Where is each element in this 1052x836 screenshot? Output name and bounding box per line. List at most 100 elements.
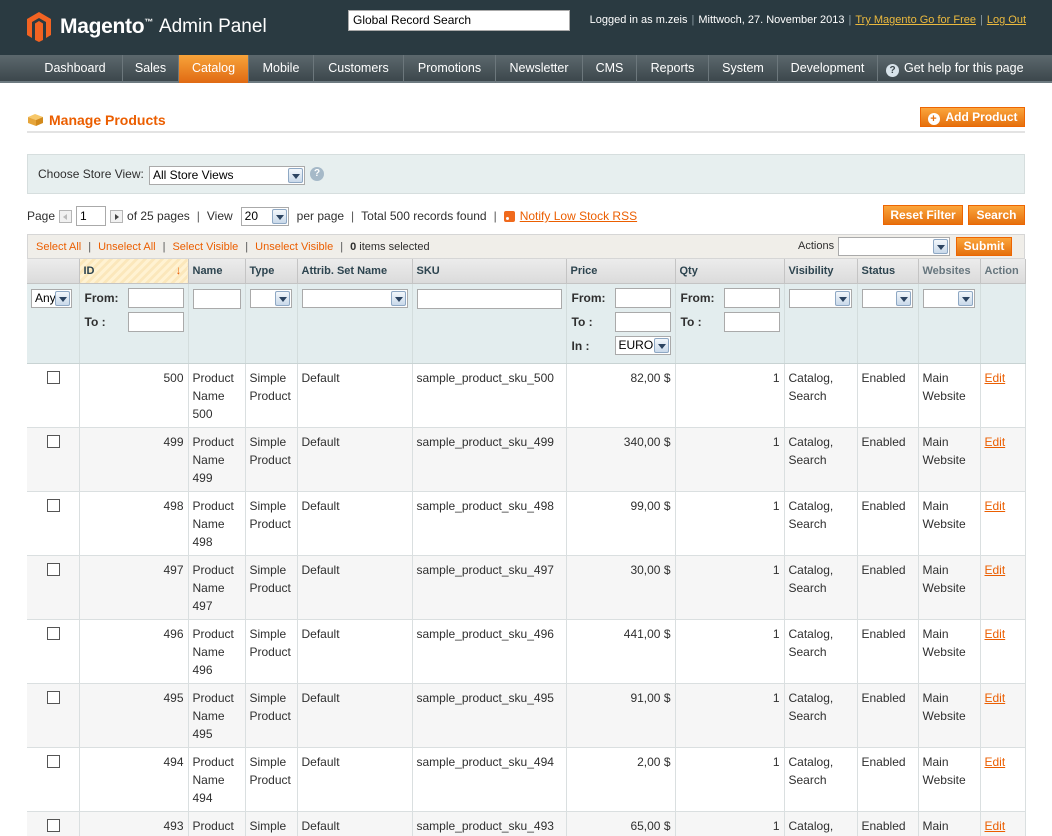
- try-magento-go-link[interactable]: Try Magento Go for Free: [855, 14, 976, 26]
- nav-mobile[interactable]: Mobile: [249, 55, 314, 83]
- edit-link[interactable]: Edit: [985, 371, 1006, 385]
- nav-newsletter[interactable]: Newsletter: [496, 55, 583, 83]
- column-header-qty[interactable]: Qty: [675, 259, 785, 284]
- nav-cms[interactable]: CMS: [583, 55, 637, 83]
- nav-development[interactable]: Development: [778, 55, 878, 83]
- qty-to-input[interactable]: [723, 311, 780, 332]
- edit-link[interactable]: Edit: [985, 563, 1006, 577]
- type-filter-select[interactable]: [249, 288, 292, 308]
- row-checkbox[interactable]: [47, 434, 60, 448]
- qty-to-label: To :: [680, 314, 702, 329]
- column-header-attribute-set[interactable]: Attrib. Set Name: [297, 259, 413, 284]
- id-to-input[interactable]: [127, 311, 184, 332]
- nav-sales[interactable]: Sales: [123, 55, 179, 83]
- row-checkbox[interactable]: [47, 690, 60, 704]
- massaction-filter-select[interactable]: Any: [31, 288, 72, 308]
- cell-visibility: Catalog, Search: [784, 491, 858, 556]
- select-all-link[interactable]: Select All: [36, 241, 81, 253]
- id-from-input[interactable]: [127, 287, 184, 308]
- logout-link[interactable]: Log Out: [987, 14, 1026, 26]
- edit-link[interactable]: Edit: [985, 819, 1006, 833]
- previous-page-icon[interactable]: [59, 209, 73, 223]
- name-filter-input[interactable]: [192, 288, 241, 309]
- column-header-id[interactable]: ID ↓: [79, 259, 189, 284]
- edit-link[interactable]: Edit: [985, 755, 1006, 769]
- cell-type: Simple Product: [245, 683, 298, 748]
- row-checkbox[interactable]: [47, 626, 60, 640]
- add-product-button[interactable]: + Add Product: [920, 107, 1025, 127]
- page-number-input[interactable]: [76, 206, 107, 226]
- cell-status: Enabled: [857, 619, 919, 684]
- table-row: 500 Product Name 500 Simple Product Defa…: [27, 363, 1026, 428]
- cell-website: Main Website: [918, 491, 981, 556]
- select-visible-link[interactable]: Select Visible: [172, 241, 238, 253]
- cell-price: 65,00 $: [566, 811, 676, 836]
- low-stock-rss-link[interactable]: Notify Low Stock RSS: [520, 209, 637, 223]
- page-count: of 25 pages: [127, 209, 190, 223]
- price-from-input[interactable]: [614, 287, 671, 308]
- global-search-input[interactable]: Global Record Search: [348, 10, 570, 31]
- per-page-label: per page: [296, 209, 345, 223]
- sku-filter-input[interactable]: [416, 288, 562, 309]
- cell-visibility: Catalog, Search: [784, 683, 858, 748]
- qty-from-input[interactable]: [723, 287, 780, 308]
- nav-system[interactable]: System: [709, 55, 778, 83]
- column-header-type[interactable]: Type: [245, 259, 298, 284]
- nav-catalog[interactable]: Catalog: [179, 55, 249, 83]
- edit-link[interactable]: Edit: [985, 435, 1006, 449]
- edit-link[interactable]: Edit: [985, 499, 1006, 513]
- actions-select[interactable]: [838, 237, 950, 256]
- nav-help-link[interactable]: ? Get help for this page: [886, 55, 1024, 83]
- column-header-status[interactable]: Status: [857, 259, 919, 284]
- column-header-sku[interactable]: SKU: [412, 259, 567, 284]
- chevron-down-icon: [895, 290, 911, 306]
- column-header-visibility[interactable]: Visibility: [784, 259, 858, 284]
- cell-sku: sample_product_sku_493: [412, 811, 567, 836]
- cell-qty: 1: [675, 363, 785, 428]
- cell-website: Main Website: [918, 555, 981, 620]
- cell-sku: sample_product_sku_494: [412, 747, 567, 812]
- per-page-select[interactable]: 20: [240, 206, 289, 226]
- websites-filter-select[interactable]: [922, 288, 975, 308]
- cell-qty: 1: [675, 811, 785, 836]
- reset-filter-button[interactable]: Reset Filter: [883, 205, 963, 225]
- visibility-filter-select[interactable]: [788, 288, 852, 308]
- attribute-set-filter-select[interactable]: [301, 288, 408, 308]
- store-view-select[interactable]: All Store Views: [149, 166, 305, 185]
- nav-customers[interactable]: Customers: [314, 55, 404, 83]
- cell-visibility: Catalog, Search: [784, 555, 858, 620]
- column-header-action: Action: [980, 259, 1026, 284]
- rss-icon: [503, 210, 515, 222]
- help-question-icon[interactable]: ?: [310, 167, 324, 181]
- chevron-down-icon: [55, 290, 70, 306]
- row-checkbox[interactable]: [47, 818, 60, 832]
- cell-qty: 1: [675, 683, 785, 748]
- price-currency-select[interactable]: EURO: [614, 335, 671, 355]
- cell-price: 30,00 $: [566, 555, 676, 620]
- cell-type: Simple Product: [245, 491, 298, 556]
- row-checkbox[interactable]: [47, 562, 60, 576]
- column-header-name[interactable]: Name: [188, 259, 246, 284]
- nav-dashboard[interactable]: Dashboard: [28, 55, 123, 83]
- cell-price: 82,00 $: [566, 363, 676, 428]
- row-checkbox[interactable]: [47, 498, 60, 512]
- row-checkbox[interactable]: [47, 754, 60, 768]
- column-header-price[interactable]: Price: [566, 259, 676, 284]
- table-row: 493 Product Name 493 Simple Product Defa…: [27, 811, 1026, 836]
- edit-link[interactable]: Edit: [985, 691, 1006, 705]
- row-checkbox[interactable]: [47, 370, 60, 384]
- submit-button[interactable]: Submit: [956, 237, 1012, 256]
- edit-link[interactable]: Edit: [985, 627, 1006, 641]
- nav-reports[interactable]: Reports: [637, 55, 709, 83]
- status-filter-select[interactable]: [861, 288, 913, 308]
- next-page-icon[interactable]: [110, 209, 124, 223]
- selected-suffix: items selected: [359, 241, 430, 253]
- nav-promotions[interactable]: Promotions: [404, 55, 496, 83]
- cell-qty: 1: [675, 619, 785, 684]
- cell-status: Enabled: [857, 747, 919, 812]
- unselect-visible-link[interactable]: Unselect Visible: [255, 241, 333, 253]
- search-button[interactable]: Search: [968, 205, 1025, 225]
- unselect-all-link[interactable]: Unselect All: [98, 241, 155, 253]
- price-to-input[interactable]: [614, 311, 671, 332]
- magento-logo[interactable]: Magento™ Admin Panel: [26, 10, 267, 44]
